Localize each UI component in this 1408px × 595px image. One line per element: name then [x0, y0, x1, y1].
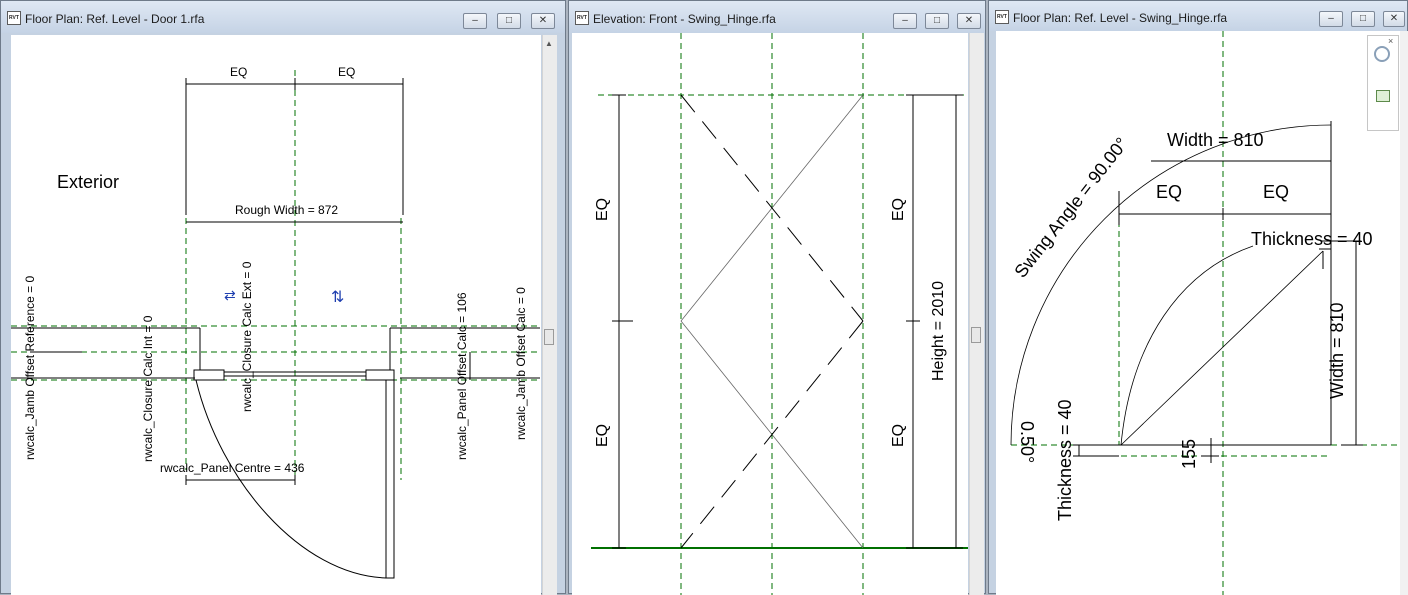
- door1-drawing: EQ EQ Exterior Rough Width = 872 rwcalc_…: [11, 65, 540, 579]
- flip-control-left[interactable]: ⇄: [224, 287, 236, 303]
- close-icon[interactable]: ×: [1388, 36, 1393, 46]
- dimension-lines: [1073, 121, 1363, 463]
- revit-file-icon: RVT: [575, 11, 589, 25]
- revit-file-icon: RVT: [7, 11, 21, 25]
- dimension-lines: [612, 94, 963, 549]
- window-title: Floor Plan: Ref. Level - Door 1.rfa: [25, 12, 205, 26]
- rough-width-dimension: Rough Width = 872: [235, 203, 338, 217]
- drawing-canvas[interactable]: Swing Angle = 90.00° Width = 810 EQ EQ T…: [996, 31, 1400, 595]
- minimize-button[interactable]: –: [1319, 11, 1343, 27]
- close-button[interactable]: ✕: [957, 13, 981, 29]
- height-dimension: Height = 2010: [930, 281, 947, 381]
- swing-dashed-lines: [680, 94, 864, 549]
- thickness-bottom-dimension: Thickness = 40: [1055, 399, 1075, 521]
- restore-button[interactable]: □: [497, 13, 521, 29]
- window-titlebar[interactable]: RVT Floor Plan: Ref. Level - Swing_Hinge…: [989, 1, 1407, 31]
- thickness-top-dimension: Thickness = 40: [1251, 229, 1373, 249]
- vertical-scrollbar[interactable]: ▲: [542, 35, 557, 595]
- panel-offset-calc-dimension: rwcalc_Panel Offset Calc = 106: [455, 292, 469, 460]
- drawing-canvas[interactable]: EQ EQ EQ EQ Height = 2010: [572, 33, 968, 595]
- eq-top-left-label: EQ: [594, 198, 611, 221]
- close-button[interactable]: ✕: [531, 13, 555, 29]
- window-titlebar[interactable]: RVT Elevation: Front - Swing_Hinge.rfa –…: [569, 1, 985, 33]
- steering-wheel-icon[interactable]: [1374, 46, 1390, 62]
- swing-geometry: [1010, 124, 1332, 446]
- minimize-button[interactable]: –: [463, 13, 487, 29]
- width-side-dimension: Width = 810: [1327, 302, 1347, 399]
- closure-calc-int-dimension: rwcalc_Closure Calc Int = 0: [141, 315, 155, 462]
- closure-calc-ext-dimension: rwcalc_Closure Calc Ext = 0: [240, 261, 254, 412]
- navigation-bar[interactable]: ×: [1367, 35, 1399, 131]
- eq-left-label: EQ: [1156, 182, 1182, 202]
- width-top-dimension: Width = 810: [1167, 130, 1264, 150]
- swing-plan-drawing: Swing Angle = 90.00° Width = 810 EQ EQ T…: [1010, 31, 1400, 595]
- close-button[interactable]: ✕: [1383, 11, 1405, 27]
- swing-hinge-floor-plan-window[interactable]: RVT Floor Plan: Ref. Level - Swing_Hinge…: [988, 0, 1408, 595]
- restore-button[interactable]: □: [925, 13, 949, 29]
- swing-angle-parameter: Swing Angle = 90.00°: [1010, 134, 1132, 282]
- eq-right-label: EQ: [1263, 182, 1289, 202]
- offset-angle-dimension: 0.50°: [1017, 421, 1037, 463]
- window-title: Floor Plan: Ref. Level - Swing_Hinge.rfa: [1013, 11, 1228, 25]
- eq-bottom-right-label: EQ: [890, 424, 907, 447]
- elevation-front-window[interactable]: RVT Elevation: Front - Swing_Hinge.rfa –…: [568, 0, 986, 595]
- jamb-offset-calc-dimension: rwcalc_Jamb Offset Calc = 0: [514, 287, 528, 440]
- eq-top-right-label: EQ: [890, 198, 907, 221]
- restore-button[interactable]: □: [1351, 11, 1375, 27]
- scroll-thumb[interactable]: [971, 327, 981, 343]
- swing-lines: [680, 94, 864, 549]
- zoom-region-icon[interactable]: [1376, 90, 1390, 102]
- flip-control-right[interactable]: ⇅: [331, 289, 344, 306]
- elevation-drawing: EQ EQ EQ EQ Height = 2010: [591, 33, 968, 595]
- panel-centre-dimension: rwcalc_Panel Centre = 436: [160, 461, 305, 475]
- scroll-thumb[interactable]: [544, 329, 554, 345]
- vertical-scrollbar[interactable]: [1400, 31, 1408, 595]
- eq-bottom-left-label: EQ: [594, 424, 611, 447]
- vertical-scrollbar[interactable]: [969, 33, 984, 595]
- window-titlebar[interactable]: RVT Floor Plan: Ref. Level - Door 1.rfa …: [1, 1, 565, 33]
- drawing-canvas[interactable]: EQ EQ Exterior Rough Width = 872 rwcalc_…: [11, 35, 541, 595]
- eq-left-label: EQ: [230, 65, 247, 79]
- scroll-up-icon[interactable]: ▲: [545, 39, 553, 48]
- eq-right-label: EQ: [338, 65, 355, 79]
- jamb-offset-reference-dimension: rwcalc_Jamb Offset Reference = 0: [23, 275, 37, 460]
- revit-file-icon: RVT: [995, 10, 1009, 24]
- exterior-label: Exterior: [57, 172, 119, 192]
- door1-floor-plan-window[interactable]: RVT Floor Plan: Ref. Level - Door 1.rfa …: [0, 0, 566, 595]
- window-title: Elevation: Front - Swing_Hinge.rfa: [593, 12, 776, 26]
- dim-155: 155: [1179, 439, 1199, 469]
- minimize-button[interactable]: –: [893, 13, 917, 29]
